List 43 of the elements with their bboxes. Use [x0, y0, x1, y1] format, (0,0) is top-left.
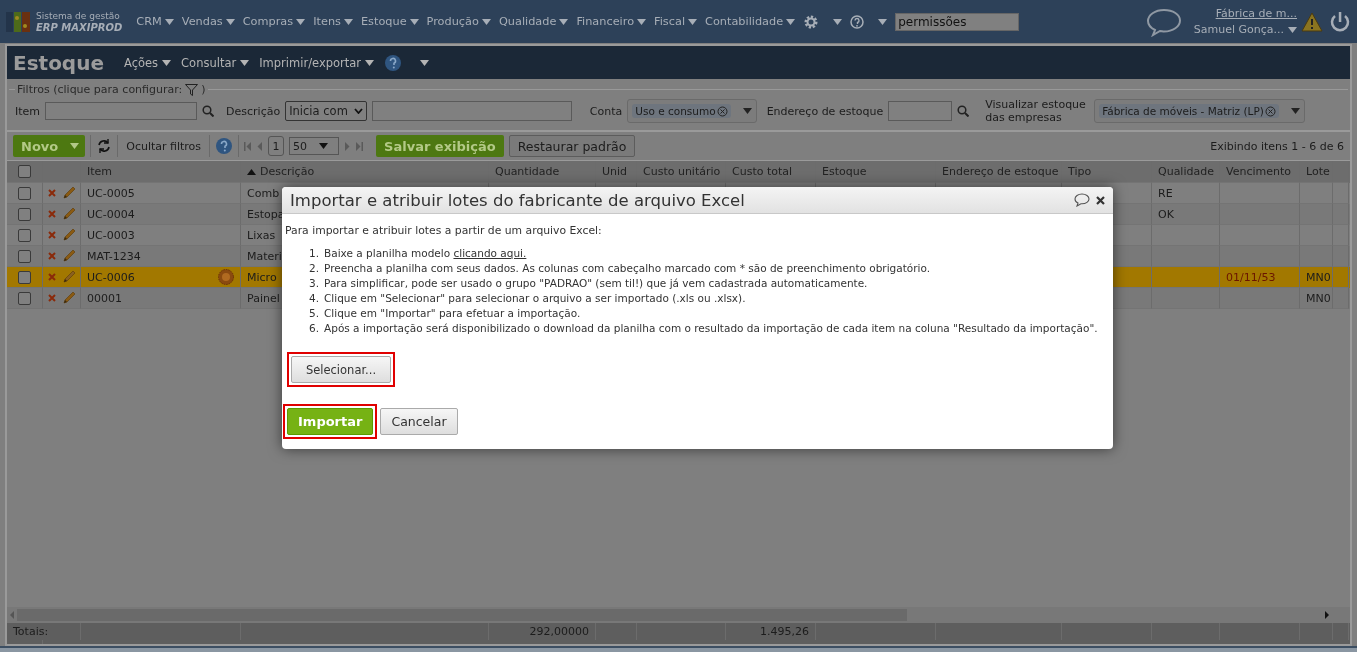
- field-label: Conta: [589, 104, 623, 118]
- step-text: Clique em "Selecionar" para selecionar o arquivo a ser importado (.xls ou .xlsx).: [324, 292, 746, 304]
- table-cell: UC-0006: [87, 270, 135, 284]
- table-cell: MAT-1234: [87, 249, 141, 263]
- step-text: Para simplificar, pode ser usado o grupo "PADRAO" (sem til!) que já vem cadastrada automaticamente.: [324, 277, 868, 289]
- table-cell: MN0: [1306, 291, 1331, 305]
- step-number: 5.: [309, 307, 320, 319]
- table-cell: UC-0004: [87, 207, 135, 221]
- table-cell: 292,00000: [529, 625, 589, 638]
- table-cell: Micro: [247, 270, 277, 284]
- table-cell: OK: [1158, 207, 1174, 221]
- dialog-text: Para importar e atribuir lotes a partir de um arquivo Excel:: [285, 224, 603, 237]
- step-text: Baixe a planilha modelo clicando aqui.: [324, 247, 527, 259]
- table-cell: RE: [1158, 186, 1173, 200]
- step-number: 4.: [309, 292, 320, 304]
- logo-tagline: Sistema de gestão: [36, 9, 121, 22]
- totals-label: Totais:: [13, 625, 49, 638]
- step-number: 2.: [309, 262, 320, 274]
- table-cell: UC-0005: [87, 186, 135, 200]
- step-number: 3.: [309, 277, 320, 289]
- step-text: Clique em "Importar" para efetuar a importação.: [324, 307, 581, 319]
- item-count: Exibindo itens 1 - 6 de 6: [1210, 139, 1344, 153]
- field-label: Item: [15, 104, 41, 118]
- field-label: Descrição: [226, 104, 281, 118]
- table-cell: UC-0003: [87, 228, 135, 242]
- step-text: Após a importação será disponibilizado o download da planilha com o resultado da importação de cada item na coluna "Resultado da importação".: [324, 322, 1098, 334]
- logo-text: ERP MAXIPROD: [36, 21, 123, 34]
- dialog-title: Importar e atribuir lotes do fabricante de arquivo Excel: [290, 190, 746, 210]
- table-cell: Comb: [247, 186, 280, 200]
- page-title: Estoque: [13, 50, 104, 75]
- step-number: 1.: [309, 247, 320, 259]
- table-cell: Lixas: [247, 228, 276, 242]
- table-cell: 01/11/53: [1226, 270, 1276, 284]
- field-label: Visualizar estoque das empresas: [985, 98, 1087, 124]
- table-cell: Materi: [247, 249, 282, 263]
- table-cell: 00001: [87, 291, 122, 305]
- field-label: Endereço de estoque: [766, 104, 884, 118]
- table-cell: 1.495,26: [760, 625, 809, 638]
- step-text: Preencha a planilha com seus dados. As colunas com cabeçalho marcado com * são de preenchimento obrigatório.: [324, 262, 931, 274]
- step-number: 6.: [309, 322, 320, 334]
- filter-legend: ): [201, 83, 206, 96]
- table-cell: Painel: [247, 291, 280, 305]
- table-cell: MN0: [1306, 270, 1331, 284]
